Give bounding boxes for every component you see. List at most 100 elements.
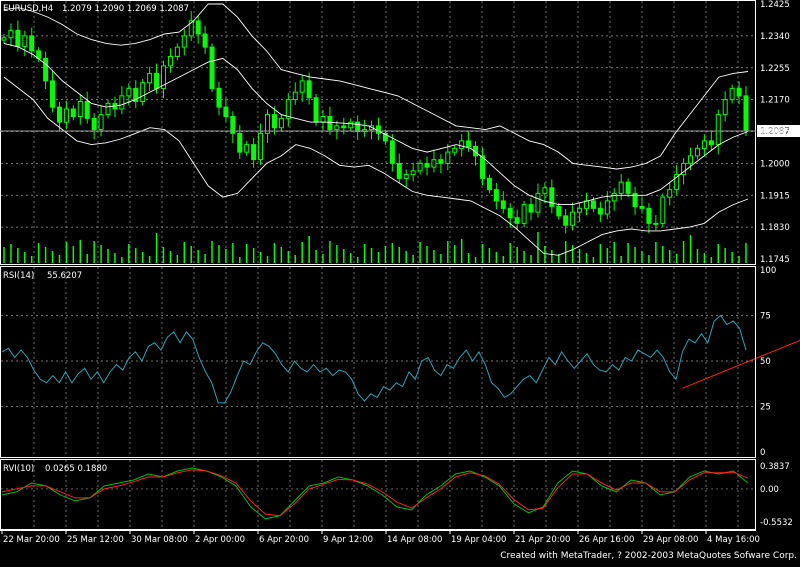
- rsi-tick-label: 25: [760, 403, 771, 413]
- candle-body: [140, 82, 146, 102]
- rsi-tick-label: 75: [760, 312, 771, 322]
- price-tick-label: 1.1915: [760, 191, 790, 201]
- candle-body: [563, 215, 569, 226]
- price-tick-label: 1.2170: [760, 96, 790, 106]
- candle-body: [244, 144, 250, 153]
- candle-body: [181, 35, 187, 48]
- candle-body: [604, 200, 610, 215]
- price-tick-label: 1.1745: [760, 255, 790, 265]
- candle-body: [688, 155, 694, 164]
- candle-body: [313, 97, 319, 123]
- candle-body: [722, 99, 728, 116]
- candle-body: [91, 117, 97, 131]
- candle-body: [715, 114, 721, 146]
- candle-body: [479, 155, 485, 179]
- candle-body: [542, 187, 548, 194]
- candle-body: [459, 140, 465, 149]
- candle-body: [77, 101, 83, 117]
- candle-body: [327, 116, 333, 131]
- candle-body: [119, 95, 125, 110]
- time-tick-label: 26 Apr 16:00: [579, 535, 634, 545]
- price-axis: 1.2425 1.2340 1.2255 1.2170 1.2085 1.2000 1.19…: [760, 0, 790, 265]
- candle-body: [590, 200, 596, 209]
- candle-body: [445, 151, 451, 164]
- rvi-series-2: [1, 469, 749, 517]
- candle-body: [514, 217, 520, 224]
- candle-body: [618, 181, 624, 194]
- candle-body: [334, 125, 340, 131]
- candle-body: [56, 106, 62, 123]
- candle-body: [223, 106, 229, 117]
- rvi-value: 0.0265 0.1880: [45, 464, 107, 474]
- candle-body: [611, 192, 617, 202]
- candle-body: [389, 140, 395, 164]
- time-tick-label: 30 Mar 08:00: [131, 535, 188, 545]
- candle-body: [292, 91, 298, 101]
- rsi-value: 55.6207: [47, 271, 82, 281]
- candle-body: [195, 20, 201, 35]
- candle-body: [22, 35, 28, 47]
- candle-body: [285, 99, 291, 119]
- candle-body: [396, 162, 402, 179]
- rsi-tick-label: 0: [760, 448, 765, 458]
- candle-body: [410, 170, 416, 176]
- candle-body: [8, 29, 14, 39]
- candle-body: [729, 87, 735, 101]
- candle-body: [278, 117, 284, 129]
- candle-body: [251, 144, 257, 161]
- volume-bars: [3, 232, 747, 263]
- candle-body: [556, 206, 562, 217]
- rsi-trendline: [682, 339, 800, 389]
- time-tick-label: 6 Apr 20:00: [259, 535, 309, 545]
- time-axis: 22 Mar 20:00 25 Mar 12:00 30 Mar 08:00 2 Ap…: [1, 530, 760, 545]
- candle-body: [29, 35, 35, 52]
- candle-body: [584, 200, 590, 209]
- candle-body: [147, 72, 153, 84]
- price-tick-label: 1.2255: [760, 64, 790, 74]
- candle-body: [167, 56, 173, 67]
- candle-body: [63, 108, 69, 123]
- rvi-tick-label: 0.3837: [760, 462, 790, 472]
- time-tick-label: 4 May 16:00: [707, 535, 760, 545]
- rvi-grid: [1, 460, 755, 530]
- rvi-lines: [1, 467, 749, 520]
- candle-body: [105, 102, 111, 116]
- candle-body: [597, 207, 603, 215]
- candle-body: [625, 181, 631, 194]
- rsi-tick-label: 50: [760, 357, 771, 367]
- bollinger-bands: [3, 3, 749, 256]
- candle-body: [299, 80, 305, 93]
- candle-body: [403, 174, 409, 179]
- price-tick-label: 1.2000: [760, 159, 790, 169]
- candle-body: [743, 95, 749, 132]
- candle-body: [84, 101, 90, 119]
- candle-body: [493, 189, 499, 202]
- rsi-series: [1, 314, 747, 404]
- candle-body: [639, 206, 645, 209]
- rvi-tick-label: -0.5532: [760, 518, 793, 528]
- candle-body: [528, 204, 534, 213]
- candle-body: [660, 196, 666, 224]
- time-tick-label: 9 Apr 12:00: [323, 535, 373, 545]
- candle-body: [438, 159, 444, 164]
- candle-body: [43, 57, 49, 82]
- candle-body: [708, 140, 714, 146]
- time-tick-label: 2 Apr 00:00: [195, 535, 245, 545]
- price-tick-label: 1.1830: [760, 223, 790, 233]
- candle-body: [577, 207, 583, 213]
- candle-body: [98, 114, 104, 131]
- candle-body: [431, 159, 437, 168]
- candle-body: [452, 147, 458, 153]
- candle-body: [424, 162, 430, 168]
- candle-body: [486, 177, 492, 191]
- candle-body: [375, 125, 381, 134]
- candle-body: [417, 162, 423, 172]
- time-tick-label: 19 Apr 04:00: [451, 535, 506, 545]
- candle-body: [50, 80, 56, 108]
- candle-body: [535, 192, 541, 213]
- candle-body: [341, 125, 347, 129]
- candle-body: [216, 87, 222, 108]
- candle-body: [701, 140, 707, 149]
- rvi-series-1: [1, 467, 749, 520]
- candle-body: [500, 200, 506, 209]
